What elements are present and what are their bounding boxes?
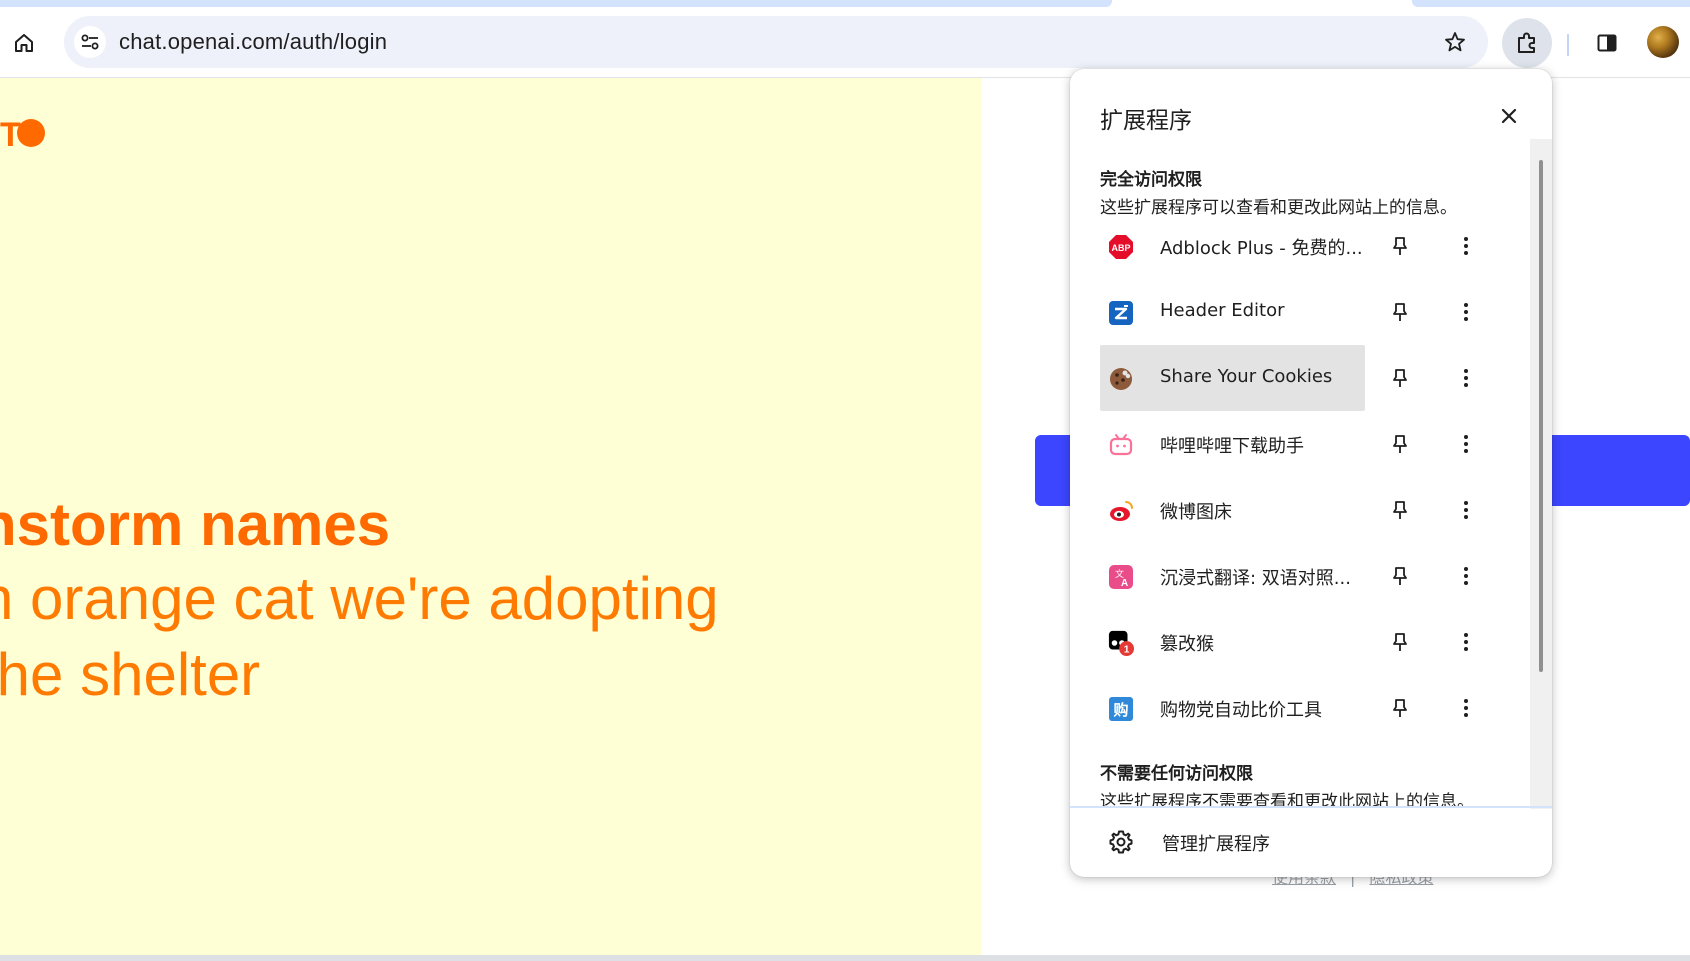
more-vert-icon bbox=[1464, 303, 1468, 321]
pin-button[interactable] bbox=[1384, 362, 1416, 394]
tab[interactable] bbox=[0, 0, 1112, 7]
extension-item-header-editor[interactable]: Header Editor bbox=[1100, 279, 1365, 345]
manage-extensions-label: 管理扩展程序 bbox=[1162, 834, 1270, 855]
more-options-button[interactable] bbox=[1450, 362, 1482, 394]
pin-icon bbox=[1393, 369, 1407, 387]
more-options-button[interactable] bbox=[1450, 560, 1482, 592]
more-vert-icon bbox=[1464, 501, 1468, 519]
pin-button[interactable] bbox=[1384, 296, 1416, 328]
more-options-button[interactable] bbox=[1450, 296, 1482, 328]
extension-label: Adblock Plus - 免费的... bbox=[1160, 238, 1363, 259]
extension-label: 微博图床 bbox=[1160, 502, 1232, 523]
pin-button[interactable] bbox=[1384, 494, 1416, 526]
more-vert-icon bbox=[1464, 237, 1468, 255]
tune-icon bbox=[81, 34, 99, 50]
extension-label: 哔哩哔哩下载助手 bbox=[1160, 436, 1304, 457]
pin-button[interactable] bbox=[1384, 560, 1416, 592]
extension-item-gouwudang[interactable]: 购 购物党自动比价工具 bbox=[1100, 675, 1365, 741]
no-access-title: 不需要任何访问权限 bbox=[1100, 764, 1253, 784]
pin-icon bbox=[1393, 435, 1407, 453]
toolbar-separator bbox=[1567, 34, 1569, 56]
hero-line: nstorm names bbox=[0, 491, 391, 558]
pin-button[interactable] bbox=[1384, 428, 1416, 460]
close-icon bbox=[1501, 108, 1517, 124]
more-options-button[interactable] bbox=[1450, 494, 1482, 526]
translate-icon: 文A bbox=[1108, 564, 1134, 590]
browser-toolbar: chat.openai.com/auth/login bbox=[0, 7, 1690, 78]
tampermonkey-icon: 1 bbox=[1108, 630, 1134, 656]
address-bar[interactable]: chat.openai.com/auth/login bbox=[64, 16, 1488, 68]
star-icon bbox=[1445, 32, 1465, 52]
pin-icon bbox=[1393, 237, 1407, 255]
url-text[interactable]: chat.openai.com/auth/login bbox=[119, 29, 387, 55]
svg-text:ABP: ABP bbox=[1111, 243, 1130, 253]
bookmark-button[interactable] bbox=[1439, 26, 1471, 58]
svg-text:购: 购 bbox=[1113, 701, 1128, 719]
manage-extensions-button[interactable]: 管理扩展程序 bbox=[1070, 808, 1552, 877]
tab[interactable] bbox=[1412, 0, 1690, 7]
svg-text:A: A bbox=[1121, 578, 1128, 589]
pin-icon bbox=[1393, 699, 1407, 717]
extension-item-adblock-plus[interactable]: ABP Adblock Plus - 免费的... bbox=[1100, 213, 1365, 279]
bilibili-icon bbox=[1108, 432, 1134, 458]
tab-strip bbox=[0, 0, 1690, 7]
gear-icon bbox=[1106, 827, 1136, 857]
more-vert-icon bbox=[1464, 633, 1468, 651]
more-vert-icon bbox=[1464, 435, 1468, 453]
close-button[interactable] bbox=[1492, 99, 1526, 133]
more-options-button[interactable] bbox=[1450, 230, 1482, 262]
pin-icon bbox=[1393, 633, 1407, 651]
full-access-title: 完全访问权限 bbox=[1100, 170, 1202, 190]
extension-item-bilibili-downloader[interactable]: 哔哩哔哩下载助手 bbox=[1100, 411, 1365, 477]
pin-button[interactable] bbox=[1384, 626, 1416, 658]
extension-label: Share Your Cookies bbox=[1160, 366, 1333, 387]
pin-button[interactable] bbox=[1384, 692, 1416, 724]
extension-item-weibo-image-host[interactable]: 微博图床 bbox=[1100, 477, 1365, 543]
pin-icon bbox=[1393, 567, 1407, 585]
side-panel-icon bbox=[1597, 34, 1617, 52]
extensions-button[interactable] bbox=[1502, 18, 1552, 68]
svg-text:1: 1 bbox=[1124, 644, 1130, 655]
weibo-icon bbox=[1108, 498, 1134, 524]
extension-label: 篡改猴 bbox=[1160, 634, 1214, 655]
side-panel-button[interactable] bbox=[1591, 27, 1623, 59]
window-bottom-edge bbox=[0, 955, 1690, 961]
extensions-menu: 扩展程序 完全访问权限 这些扩展程序可以查看和更改此网站上的信息。 ABP Ad… bbox=[1070, 69, 1552, 877]
header-editor-icon bbox=[1108, 300, 1134, 326]
logo-dot bbox=[17, 119, 45, 147]
more-vert-icon bbox=[1464, 369, 1468, 387]
site-info-button[interactable] bbox=[74, 26, 106, 58]
extension-item-immersive-translate[interactable]: 文A 沉浸式翻译: 双语对照... bbox=[1100, 543, 1365, 609]
adblock-plus-icon: ABP bbox=[1108, 234, 1134, 260]
gouwudang-icon: 购 bbox=[1108, 696, 1134, 722]
extension-label: Header Editor bbox=[1160, 300, 1285, 321]
extensions-list: 完全访问权限 这些扩展程序可以查看和更改此网站上的信息。 ABP Adblock… bbox=[1070, 153, 1552, 806]
more-vert-icon bbox=[1464, 567, 1468, 585]
no-access-desc: 这些扩展程序不需要查看和更改此网站上的信息。 bbox=[1100, 792, 1474, 806]
pin-icon bbox=[1393, 303, 1407, 321]
extension-item-tampermonkey[interactable]: 1 篡改猴 bbox=[1100, 609, 1365, 675]
pin-icon bbox=[1393, 501, 1407, 519]
more-vert-icon bbox=[1464, 699, 1468, 717]
hero-pane: T nstorm names n orange cat we're adopti… bbox=[0, 78, 981, 955]
more-options-button[interactable] bbox=[1450, 692, 1482, 724]
hero-line: the shelter bbox=[0, 641, 261, 708]
extension-label: 沉浸式翻译: 双语对照... bbox=[1160, 568, 1351, 589]
home-icon bbox=[15, 34, 33, 52]
home-button[interactable] bbox=[8, 27, 40, 59]
extensions-menu-title: 扩展程序 bbox=[1100, 108, 1192, 134]
hero-line: n orange cat we're adopting bbox=[0, 565, 719, 632]
pin-button[interactable] bbox=[1384, 230, 1416, 262]
profile-avatar[interactable] bbox=[1647, 26, 1679, 58]
cookie-icon bbox=[1108, 366, 1134, 392]
extension-item-share-your-cookies[interactable]: Share Your Cookies bbox=[1100, 345, 1365, 411]
more-options-button[interactable] bbox=[1450, 626, 1482, 658]
extension-label: 购物党自动比价工具 bbox=[1160, 700, 1322, 721]
puzzle-icon bbox=[1518, 32, 1535, 53]
more-options-button[interactable] bbox=[1450, 428, 1482, 460]
